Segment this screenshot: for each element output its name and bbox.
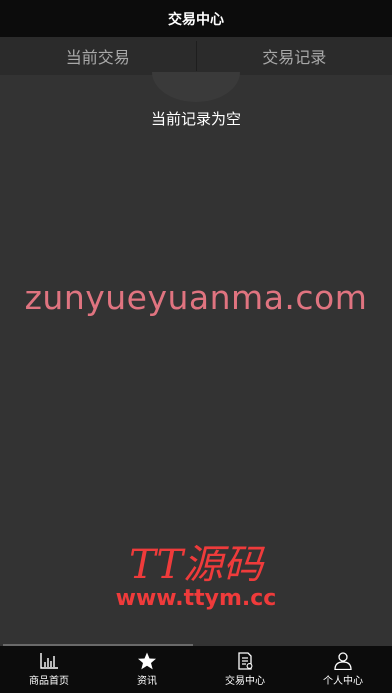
app-header: 交易中心 [0, 0, 392, 37]
tab-trade-records[interactable]: 交易记录 [197, 37, 392, 75]
nav-item-label: 商品首页 [29, 676, 69, 687]
nav-item-trade-center[interactable]: 交易中心 [196, 646, 294, 693]
nav-item-label: 资讯 [137, 676, 157, 687]
watermark-url: www.ttym.cc [115, 586, 277, 611]
nav-item-profile[interactable]: 个人中心 [294, 646, 392, 693]
bottom-nav: 商品首页 资讯 交易中心 个人中心 [0, 646, 392, 693]
nav-item-label: 个人中心 [323, 676, 363, 687]
tab-bar: 当前交易 交易记录 [0, 37, 392, 75]
tab-current-trades[interactable]: 当前交易 [0, 37, 196, 75]
watermark-logo: TT源码 [128, 542, 264, 588]
nav-item-news[interactable]: 资讯 [98, 646, 196, 693]
star-icon [137, 652, 157, 672]
chart-icon [39, 652, 59, 672]
nav-item-home[interactable]: 商品首页 [0, 646, 98, 693]
nav-item-label: 交易中心 [225, 676, 265, 687]
watermark-site-text: zunyueyuanma.com [24, 278, 368, 317]
document-icon [235, 652, 255, 672]
user-icon [333, 652, 353, 672]
empty-state-text: 当前记录为空 [150, 110, 241, 128]
page-title: 交易中心 [168, 11, 224, 28]
empty-state-graphic [152, 72, 240, 102]
